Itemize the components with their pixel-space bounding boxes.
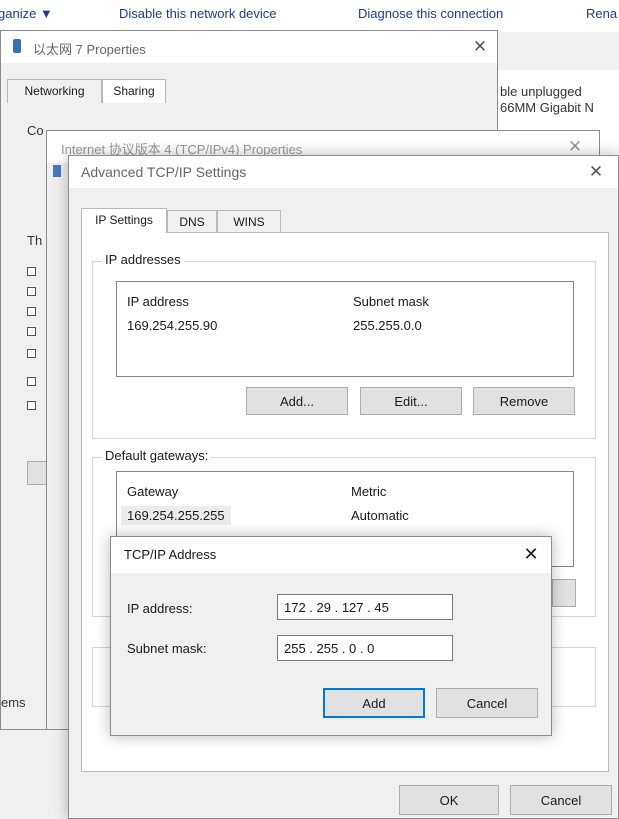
tab-networking[interactable]: Networking: [7, 79, 102, 103]
close-icon[interactable]: ✕: [580, 160, 612, 184]
remove-ip-button[interactable]: Remove: [473, 387, 575, 415]
ip-address-label: IP address:: [127, 601, 193, 616]
component-checkbox[interactable]: [27, 401, 36, 410]
table-row-metric[interactable]: Automatic: [351, 508, 409, 523]
component-checkbox[interactable]: [27, 377, 36, 386]
table-row-subnet-mask[interactable]: 255.255.0.0: [353, 318, 422, 333]
default-gateways-legend: Default gateways:: [102, 448, 212, 463]
rename-command[interactable]: Rena: [586, 6, 617, 21]
component-checkbox[interactable]: [27, 267, 36, 276]
ok-button[interactable]: OK: [399, 785, 499, 815]
tab-sharing[interactable]: Sharing: [102, 79, 166, 103]
cancel-button[interactable]: Cancel: [510, 785, 612, 815]
add-button[interactable]: Add: [323, 688, 425, 718]
network-adapter-icon: [13, 39, 21, 53]
add-ip-button[interactable]: Add...: [246, 387, 348, 415]
tab-ip-settings[interactable]: IP Settings: [81, 208, 167, 233]
advanced-tcpip-titlebar: Advanced TCP/IP Settings ✕: [69, 156, 618, 188]
advanced-tcpip-title: Advanced TCP/IP Settings: [81, 164, 247, 180]
close-icon[interactable]: ✕: [464, 35, 496, 59]
subnet-mask-column-header: Subnet mask: [353, 294, 429, 309]
cancel-button[interactable]: Cancel: [436, 688, 538, 718]
subnet-mask-input[interactable]: [277, 635, 453, 661]
diagnose-connection-command[interactable]: Diagnose this connection: [358, 6, 503, 21]
edit-ip-button[interactable]: Edit...: [360, 387, 462, 415]
connect-using-label: Co: [27, 123, 44, 138]
tab-wins[interactable]: WINS: [217, 210, 281, 233]
ip-addresses-legend: IP addresses: [102, 252, 184, 267]
ethernet-properties-titlebar: 以太网 7 Properties ✕: [1, 31, 497, 63]
ip-addresses-list[interactable]: IP address Subnet mask 169.254.255.90 25…: [116, 281, 574, 377]
ip-address-column-header: IP address: [127, 294, 189, 309]
table-row-ip-address[interactable]: 169.254.255.90: [127, 318, 217, 333]
tcpip-address-titlebar: TCP/IP Address ✕: [111, 537, 551, 573]
subnet-mask-label: Subnet mask:: [127, 641, 207, 656]
disable-device-command[interactable]: Disable this network device: [119, 6, 277, 21]
adapter-description: 66MM Gigabit N: [500, 100, 594, 115]
table-row-gateway[interactable]: 169.254.255.255: [121, 506, 231, 525]
component-checkbox[interactable]: [27, 307, 36, 316]
gateway-column-header: Gateway: [127, 484, 179, 499]
tcpip-address-dialog: TCP/IP Address ✕ IP address: Subnet mask…: [110, 536, 552, 736]
adapter-status: ble unplugged: [500, 84, 582, 99]
organize-menu[interactable]: ganize ▼: [0, 6, 53, 21]
ip-address-input[interactable]: [277, 594, 453, 620]
metric-column-header: Metric: [351, 484, 387, 499]
component-checkbox[interactable]: [27, 327, 36, 336]
close-icon[interactable]: ✕: [515, 543, 547, 567]
gateway-remove-button[interactable]: [552, 579, 576, 607]
ethernet-properties-title: 以太网 7 Properties: [33, 42, 146, 57]
explorer-command-bar: [0, 0, 619, 32]
network-icon: [53, 165, 61, 177]
components-label: Th: [27, 233, 43, 248]
tcpip-address-title: TCP/IP Address: [124, 547, 217, 562]
component-checkbox[interactable]: [27, 287, 36, 296]
items-label: ems: [1, 695, 26, 710]
component-checkbox[interactable]: [27, 349, 36, 358]
tab-dns[interactable]: DNS: [167, 210, 217, 233]
